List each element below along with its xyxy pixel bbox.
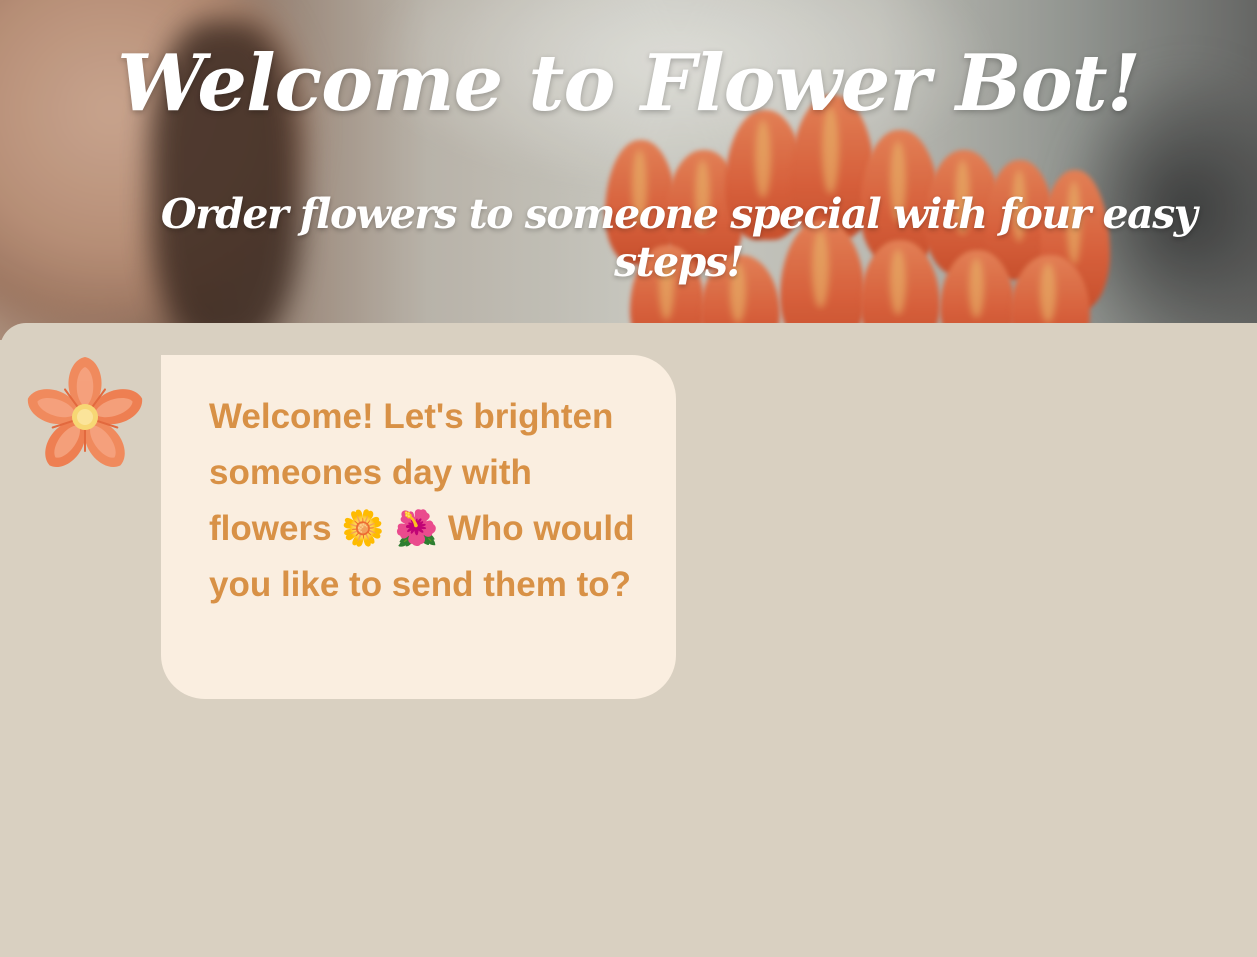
bot-message-bubble: Welcome! Let's brighten someones day wit… (161, 355, 676, 699)
page-subtitle: Order flowers to someone special with fo… (160, 190, 1198, 286)
bot-message-text: Welcome! Let's brighten someones day wit… (209, 397, 635, 604)
chat-area: Welcome! Let's brighten someones day wit… (0, 323, 1257, 957)
hero-banner: Welcome to Flower Bot! Order flowers to … (0, 0, 1257, 340)
page-title: Welcome to Flower Bot! (117, 38, 1141, 129)
flower-icon (22, 355, 148, 475)
